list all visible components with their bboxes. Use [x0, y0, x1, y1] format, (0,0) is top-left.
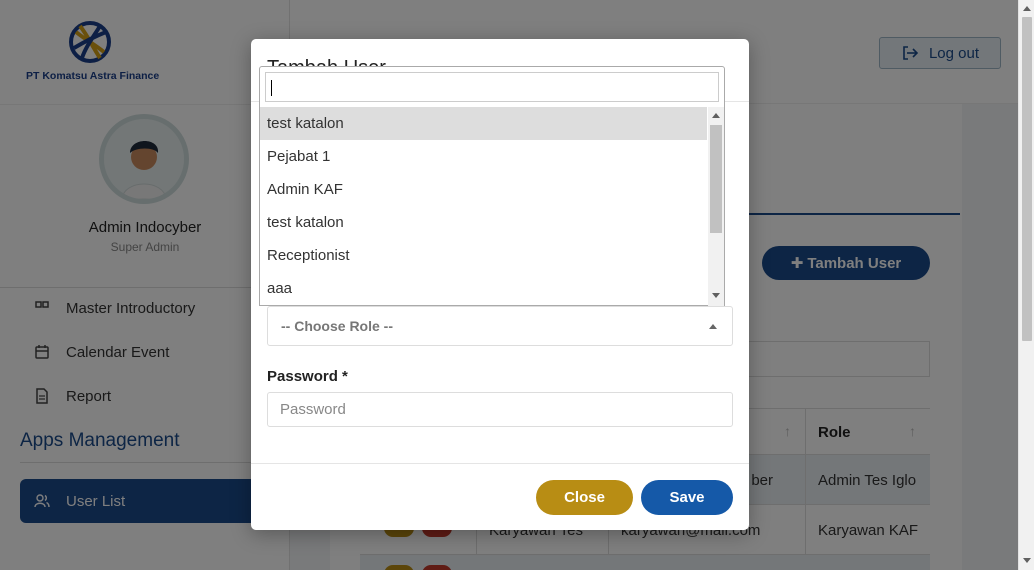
dropdown-option[interactable]: test katalon — [260, 206, 707, 239]
role-select[interactable]: -- Choose Role -- — [267, 306, 733, 346]
text-cursor — [271, 80, 272, 96]
dropdown-option[interactable]: Receptionist — [260, 239, 707, 272]
password-label: Password * — [267, 368, 348, 385]
scroll-thumb[interactable] — [710, 125, 722, 233]
divider — [251, 463, 749, 464]
dropdown-option[interactable]: test katalon — [260, 107, 707, 140]
scroll-up-icon[interactable] — [1023, 6, 1031, 11]
dropdown-option[interactable]: Pejabat 1 — [260, 140, 707, 173]
dropdown-option[interactable]: aaa — [260, 272, 707, 305]
password-field[interactable] — [267, 392, 733, 427]
role-select-placeholder: -- Choose Role -- — [281, 318, 393, 334]
dropdown-options: test katalon Pejabat 1 Admin KAF test ka… — [260, 107, 707, 306]
page-scrollbar[interactable] — [1018, 0, 1034, 570]
dropdown-option[interactable]: Admin KAF — [260, 173, 707, 206]
close-button[interactable]: Close — [536, 480, 633, 515]
role-dropdown: test katalon Pejabat 1 Admin KAF test ka… — [259, 66, 725, 306]
scroll-thumb[interactable] — [1022, 17, 1032, 341]
caret-up-icon — [709, 324, 717, 329]
scroll-up-icon[interactable] — [712, 113, 720, 118]
scroll-down-icon[interactable] — [1023, 558, 1031, 563]
dropdown-search-input[interactable] — [265, 72, 719, 102]
scroll-down-icon[interactable] — [712, 293, 720, 298]
save-button[interactable]: Save — [641, 480, 733, 515]
dropdown-scrollbar[interactable] — [708, 107, 724, 306]
